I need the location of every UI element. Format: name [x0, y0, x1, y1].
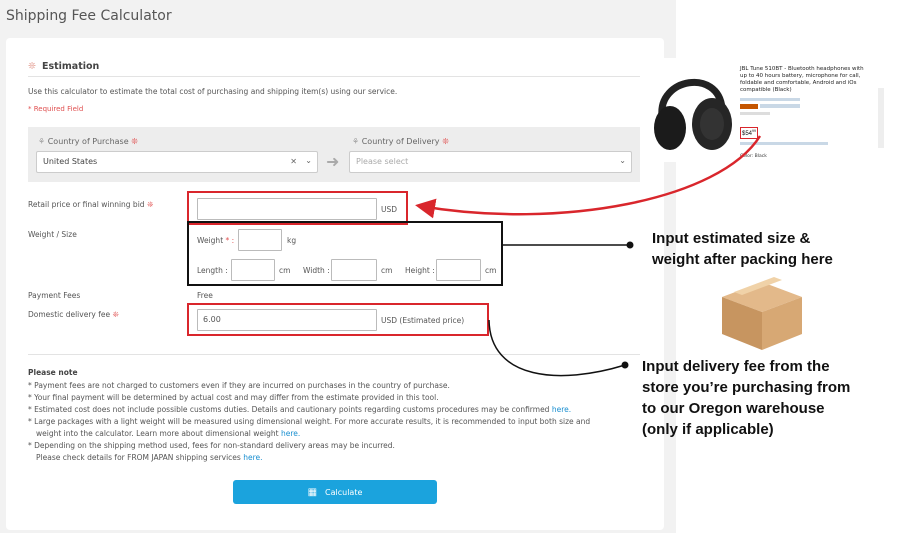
- product-title: JBL Tune 510BT - Bluetooth headphones wi…: [740, 66, 864, 94]
- note-line: Please check details for FROM JAPAN ship…: [28, 453, 263, 462]
- country-purchase-select[interactable]: United States ✕ ⌄: [36, 151, 318, 173]
- calculate-label: Calculate: [325, 487, 363, 497]
- country-delivery-placeholder: Please select: [356, 157, 409, 166]
- country-delivery-label: ⚘ Country of Delivery ❊: [352, 137, 449, 146]
- badge-text-bar: [760, 104, 800, 108]
- retail-highlight-box: [187, 191, 408, 225]
- shipping-services-link[interactable]: here.: [243, 453, 262, 462]
- shipping-text-bar: [740, 142, 828, 145]
- domestic-highlight-box: [187, 303, 489, 336]
- intro-text: Use this calculator to estimate the tota…: [28, 87, 398, 96]
- retail-price-label: Retail price or final winning bid ❊: [28, 200, 153, 209]
- product-title-line: foldable and comfortable, Android and iO…: [740, 80, 857, 86]
- country-purchase-label: ⚘ Country of Purchase ❊: [38, 137, 138, 146]
- clear-icon[interactable]: ✕: [290, 157, 297, 166]
- note-line: weight into the calculator. Learn more a…: [28, 429, 300, 438]
- chevron-down-icon: ⌄: [305, 156, 312, 165]
- badge: [740, 104, 758, 109]
- color-value: Black: [754, 154, 767, 159]
- required-note: * Required Field: [28, 105, 84, 113]
- note-line: * Your final payment will be determined …: [28, 393, 439, 402]
- domestic-fee-label: Domestic delivery fee ❊: [28, 310, 119, 319]
- note-line-text: * Estimated cost does not include possib…: [28, 405, 550, 414]
- chevron-down-icon: ⌄: [619, 156, 626, 165]
- estimation-heading: ❊ Estimation: [28, 61, 99, 72]
- product-price: $54: [742, 131, 753, 137]
- package-box-icon: [722, 277, 802, 350]
- text-bar: [740, 112, 770, 115]
- headphones-icon: [654, 78, 732, 150]
- color-line: Color: Black: [740, 154, 767, 159]
- note-line: * Payment fees are not charged to custom…: [28, 381, 450, 390]
- thumb-strip: [878, 88, 884, 148]
- globe-icon: ⚘: [38, 137, 46, 146]
- globe-icon: ⚘: [352, 137, 360, 146]
- product-title-line: up to 40 hours battery, microphone for c…: [740, 73, 861, 79]
- annotation-line: store you’re purchasing from: [642, 379, 851, 396]
- note-line-text: Please check details for FROM JAPAN ship…: [36, 453, 241, 462]
- required-mark: ❊: [112, 310, 119, 319]
- weight-size-highlight-box: [187, 221, 503, 286]
- annotation-line: Input estimated size &: [652, 230, 811, 247]
- annotation-line: weight after packing here: [652, 251, 833, 268]
- retail-price-label-text: Retail price or final winning bid: [28, 200, 145, 209]
- delivery-annotation: Input delivery fee from the store you’re…: [642, 356, 850, 440]
- note-line: * Large packages with a light weight wil…: [28, 417, 591, 426]
- annotation-line: Input delivery fee from the: [642, 358, 830, 375]
- required-mark: ❊: [146, 200, 154, 209]
- rating-bar: [740, 98, 800, 101]
- calculator-icon: ▦: [307, 486, 318, 498]
- page-title: Shipping Fee Calculator: [6, 8, 172, 24]
- country-delivery-select[interactable]: Please select ⌄: [349, 151, 632, 173]
- country-purchase-label-text: Country of Purchase: [47, 137, 129, 146]
- divider: [28, 354, 640, 355]
- color-label: Color:: [740, 154, 754, 159]
- section-bullet-icon: ❊: [28, 61, 36, 72]
- estimation-heading-text: Estimation: [41, 61, 100, 72]
- product-title-line: JBL Tune 510BT - Bluetooth headphones wi…: [740, 66, 864, 72]
- weight-size-label: Weight / Size: [28, 230, 77, 239]
- required-mark: ❊: [131, 137, 138, 146]
- annotation-line: (only if applicable): [642, 421, 774, 438]
- note-line-text: weight into the calculator. Learn more a…: [36, 429, 279, 438]
- payment-fees-value: Free: [197, 291, 213, 300]
- divider: [28, 76, 640, 77]
- note-line: * Estimated cost does not include possib…: [28, 405, 571, 414]
- arrow-right-icon: ➜: [326, 154, 340, 171]
- calculate-button[interactable]: ▦ Calculate: [233, 480, 437, 504]
- customs-link[interactable]: here.: [552, 405, 571, 414]
- payment-fees-label: Payment Fees: [28, 291, 81, 300]
- country-purchase-value: United States: [43, 157, 98, 166]
- product-snapshot: JBL Tune 510BT - Bluetooth headphones wi…: [640, 58, 888, 162]
- price-highlight: $5499: [740, 127, 758, 139]
- size-weight-annotation: Input estimated size & weight after pack…: [652, 228, 833, 270]
- required-mark: ❊: [442, 137, 449, 146]
- domestic-fee-label-text: Domestic delivery fee: [28, 310, 111, 319]
- notes-heading: Please note: [28, 368, 78, 377]
- dimensional-weight-link[interactable]: here.: [281, 429, 300, 438]
- note-line: * Depending on the shipping method used,…: [28, 441, 395, 450]
- country-delivery-label-text: Country of Delivery: [361, 137, 440, 146]
- product-price-cents: 99: [752, 129, 756, 133]
- annotation-line: to our Oregon warehouse: [642, 400, 825, 417]
- product-title-line: compatible (Black): [740, 87, 792, 93]
